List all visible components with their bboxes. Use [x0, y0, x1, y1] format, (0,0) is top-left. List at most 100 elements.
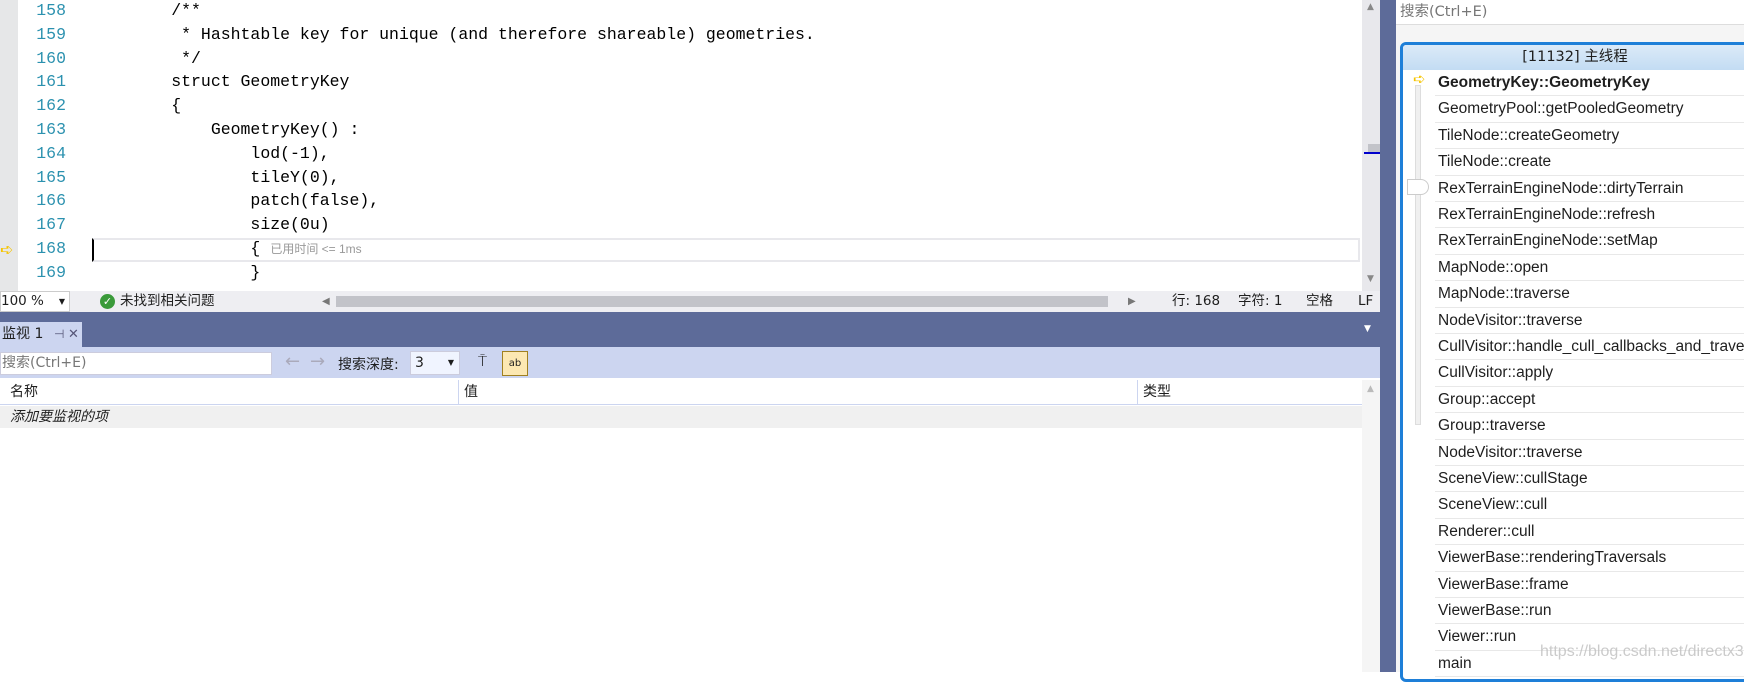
filter-pin-icon[interactable]: ⍑ [478, 352, 487, 370]
code-text: */ [92, 48, 201, 68]
tab-watch-1[interactable]: 监视 1 ⊣ ✕ [0, 322, 82, 347]
char-indicator: 字符: 1 [1238, 293, 1283, 309]
line-number: 162 [36, 96, 66, 116]
horizontal-scroll-thumb[interactable] [336, 296, 1108, 307]
zoom-slider-thumb[interactable] [1407, 179, 1429, 195]
stack-frame[interactable]: NodeVisitor::traverse [1435, 308, 1744, 334]
code-text: lod(-1), [92, 143, 330, 163]
code-text: GeometryKey() : [92, 120, 360, 139]
code-text: /** [92, 1, 201, 20]
tool-window-tabbar: ▼ [0, 312, 1380, 347]
watch-vertical-scrollbar[interactable]: ▲ [1362, 380, 1380, 672]
issues-status[interactable]: 未找到相关问题 [120, 291, 215, 312]
stack-frame[interactable]: CullVisitor::handle_cull_callbacks_and_t… [1435, 334, 1744, 361]
stack-frame[interactable]: MapNode::open [1435, 255, 1744, 282]
stack-frame[interactable]: ViewerBase::frame [1435, 572, 1744, 598]
stack-frame[interactable]: Group::traverse [1435, 413, 1744, 440]
window-menu-icon[interactable]: ▼ [1364, 324, 1371, 334]
current-statement-arrow-icon: ➪ [0, 240, 14, 259]
scroll-left-icon[interactable]: ◀ [322, 291, 330, 312]
search-depth-value: 3 [415, 355, 424, 371]
check-icon: ✓ [100, 294, 115, 309]
stack-frame[interactable]: SceneView::cullStage [1435, 466, 1744, 493]
code-text: struct GeometryKey [92, 72, 350, 92]
stack-frame[interactable]: TileNode::create [1435, 149, 1744, 176]
code-line[interactable]: } [92, 261, 260, 285]
line-number: 166 [36, 191, 66, 211]
stack-frame[interactable]: Group::accept [1435, 387, 1744, 414]
stack-frame[interactable]: SceneView::cull [1435, 492, 1744, 519]
search-placeholder: 搜索(Ctrl+E) [1400, 4, 1488, 20]
scroll-right-icon[interactable]: ▶ [1128, 291, 1136, 312]
line-number: 167 [36, 215, 66, 235]
code-line[interactable]: /** [92, 0, 201, 23]
scroll-up-icon[interactable]: ▲ [1367, 384, 1374, 394]
current-line-highlight [92, 238, 1360, 262]
line-number: 160 [36, 48, 66, 68]
code-line[interactable]: struct GeometryKey [92, 70, 349, 94]
thread-header: [11132] 主线程 [1403, 45, 1744, 70]
code-line[interactable]: lod(-1), [92, 142, 330, 166]
stack-frame[interactable]: RexTerrainEngineNode::setMap [1435, 228, 1744, 255]
column-value[interactable]: 值 [458, 380, 478, 405]
stack-frame[interactable]: RexTerrainEngineNode::refresh [1435, 202, 1744, 229]
code-text: { [92, 96, 182, 116]
scroll-thumb[interactable] [1368, 144, 1380, 152]
tab-label: 监视 1 [2, 326, 44, 342]
line-number: 158 [36, 1, 66, 20]
code-line[interactable]: tileY(0), [92, 166, 340, 190]
stack-frame[interactable]: ViewerBase::run [1435, 598, 1744, 625]
stack-frame[interactable]: CullVisitor::apply [1435, 360, 1744, 387]
scroll-down-icon[interactable]: ▼ [1367, 274, 1374, 284]
parallel-stacks-box: [11132] 主线程 ➪ GeometryKey::GeometryKey Geo… [1400, 42, 1744, 682]
stack-frame[interactable]: MapNode::traverse [1435, 281, 1744, 308]
watermark: https://blog.csdn.net/directx3d_beginner [1540, 643, 1744, 660]
line-number: 159 [36, 24, 66, 44]
line-number: 168 [36, 239, 66, 258]
pin-icon[interactable]: ⊣ [54, 322, 64, 347]
column-name[interactable]: 名称 [10, 380, 38, 405]
panel-divider[interactable] [1380, 0, 1396, 672]
whitespace-indicator[interactable]: 空格 [1306, 291, 1333, 312]
zoom-value: 100 % [1, 293, 44, 309]
line-number: 163 [36, 120, 66, 139]
forward-arrow-icon[interactable]: → [310, 351, 325, 372]
zoom-slider[interactable] [1415, 85, 1421, 425]
search-depth-dropdown[interactable]: 3 ▼ [410, 351, 460, 375]
zoom-dropdown[interactable]: 100 % ▼ [0, 291, 70, 312]
search-placeholder: 搜索(Ctrl+E) [2, 355, 87, 371]
eol-indicator[interactable]: LF [1358, 291, 1373, 312]
code-text: * Hashtable key for unique (and therefor… [92, 24, 815, 44]
stack-frame[interactable]: GeometryPool::getPooledGeometry [1435, 96, 1744, 123]
stack-frame[interactable]: Renderer::cull [1435, 519, 1744, 546]
code-line[interactable]: patch(false), [92, 189, 379, 213]
column-type[interactable]: 类型 [1137, 380, 1171, 405]
line-number: 165 [36, 167, 66, 187]
stack-frame[interactable]: ViewerBase::renderingTraversals [1435, 545, 1744, 572]
editor-vertical-scrollbar[interactable]: ▲ ▼ [1362, 0, 1380, 291]
stack-frame[interactable]: TileNode::createGeometry [1435, 123, 1744, 150]
watch-search-input[interactable]: 搜索(Ctrl+E) [0, 352, 272, 375]
code-line[interactable]: */ [92, 47, 201, 71]
code-line[interactable]: GeometryKey() : [92, 118, 360, 142]
back-arrow-icon[interactable]: ← [285, 351, 300, 372]
view-pinned-icon[interactable]: ab [502, 351, 528, 376]
code-text: } [92, 262, 261, 282]
code-line[interactable]: * Hashtable key for unique (and therefor… [92, 23, 815, 47]
stack-frame[interactable]: RexTerrainEngineNode::dirtyTerrain [1435, 176, 1744, 202]
caret-marker [1364, 152, 1380, 154]
scroll-up-icon[interactable]: ▲ [1367, 2, 1374, 12]
stack-frame[interactable]: NodeVisitor::traverse [1435, 440, 1744, 466]
close-icon[interactable]: ✕ [68, 322, 79, 347]
callstack-search-input[interactable]: 搜索(Ctrl+E) [1396, 0, 1744, 25]
current-frame-arrow-icon: ➪ [1413, 70, 1426, 88]
code-line[interactable]: size(0u) [92, 213, 330, 237]
stack-frame[interactable]: GeometryKey::GeometryKey [1435, 70, 1744, 97]
add-watch-item[interactable]: 添加要监视的项 [0, 406, 1362, 428]
code-text: patch(false), [92, 191, 380, 211]
code-line[interactable]: { [92, 94, 181, 118]
code-text: tileY(0), [92, 167, 340, 187]
code-text: size(0u) [92, 215, 330, 235]
line-number: 164 [36, 143, 66, 163]
line-number: 161 [36, 72, 66, 92]
